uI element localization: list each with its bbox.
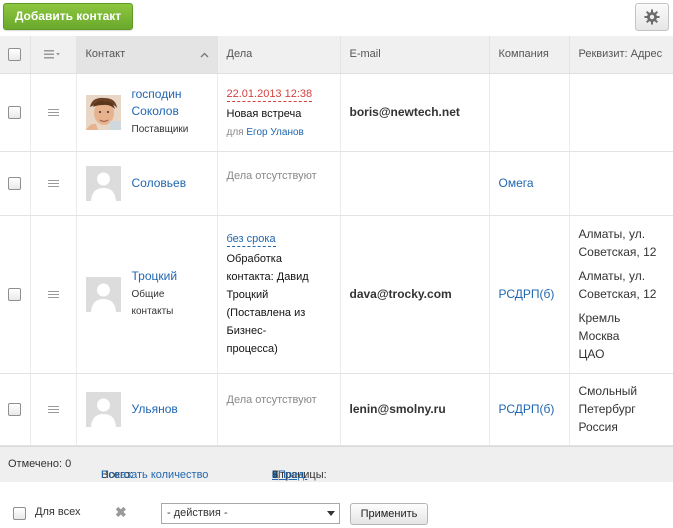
contact-name-link[interactable]: Троцкий [132, 268, 178, 285]
address-entry: Кремль Москва ЦАО [578, 311, 621, 361]
no-activities-text: Дела отсутствуют [226, 393, 317, 406]
email-cell [340, 151, 490, 216]
row-menu-icon[interactable] [47, 290, 59, 299]
row-select-cell [0, 73, 31, 152]
actions-select-value: - действия - [167, 507, 228, 519]
address-entry: Смольный Петербург Россия [578, 384, 638, 434]
avatar-placeholder[interactable] [85, 391, 121, 427]
table-row: господин Соколов Поставщики 22.01.2013 12… [0, 73, 673, 152]
company-cell: Омега [489, 151, 570, 216]
bulk-actions-bar: Для всех ✖ - действия - Применить [0, 482, 673, 528]
company-link[interactable]: РСДРП(б) [499, 287, 555, 301]
responsible-link[interactable]: Егор Уланов [246, 127, 303, 138]
row-menu-icon[interactable] [47, 405, 59, 414]
row-menu-cell [30, 151, 77, 216]
current-page: 9 [272, 469, 279, 481]
row-checkbox[interactable] [8, 106, 22, 120]
company-cell: РСДРП(б) [489, 373, 570, 446]
selected-count: Отмечено: 0 [8, 458, 72, 470]
address-cell: Смольный Петербург Россия [569, 373, 673, 446]
table-row: Ульянов Дела отсутствуют lenin@smolny.ru… [0, 373, 673, 446]
column-company[interactable]: Компания [489, 36, 570, 74]
contact-cell: Соловьев [76, 151, 218, 216]
contact-name-link[interactable]: господин Соколов [132, 86, 189, 120]
row-checkbox[interactable] [8, 288, 22, 302]
column-contact-label: Контакт [85, 48, 126, 61]
activity-responsible: для Егор Уланов [226, 127, 304, 138]
select-all-header [0, 36, 31, 74]
column-address[interactable]: Реквизит: Адрес [569, 36, 673, 74]
row-checkbox[interactable] [8, 177, 22, 191]
for-all-checkbox[interactable] [13, 507, 26, 520]
address-entry: Алматы, ул. Советская, 12 [578, 269, 657, 301]
contact-cell: Ульянов [76, 373, 218, 446]
activities-cell: Дела отсутствуют [217, 151, 341, 216]
column-activities[interactable]: Дела [217, 36, 341, 74]
email-cell: lenin@smolny.ru [340, 373, 490, 446]
address-cell [569, 151, 673, 216]
header-row: Контакт Дела E-mail Компания Реквизит: А… [0, 36, 673, 74]
row-select-cell [0, 373, 31, 446]
company-link[interactable]: Омега [499, 176, 534, 190]
grid-footer: Отмечено: 0 Всего: Показать количество С… [0, 446, 673, 482]
email-value[interactable]: dava@trocky.com [350, 287, 452, 301]
column-contact[interactable]: Контакт [76, 36, 218, 74]
row-menu-icon[interactable] [47, 179, 59, 188]
delete-icon[interactable]: ✖ [115, 504, 127, 521]
address-entry: Алматы, ул. Советская, 12 [578, 227, 657, 259]
for-all-label: Для всех [35, 506, 81, 518]
avatar[interactable] [85, 94, 121, 130]
avatar-placeholder[interactable] [85, 165, 121, 201]
address-cell: Алматы, ул. Советская, 12 Алматы, ул. Сове… [569, 215, 673, 374]
row-checkbox[interactable] [8, 403, 22, 417]
contact-type: Общие контакты [131, 289, 174, 317]
contact-cell: Троцкий Общие контакты [76, 215, 218, 374]
table-row: Троцкий Общие контакты без срока Обработк… [0, 215, 673, 374]
activities-cell: без срока Обработка контакта: Давид Троц… [217, 215, 341, 374]
company-link[interactable]: РСДРП(б) [499, 402, 555, 416]
contact-cell: господин Соколов Поставщики [76, 73, 218, 152]
add-contact-button[interactable]: Добавить контакт [3, 3, 133, 30]
page-prev-link[interactable]: Пред. [278, 469, 307, 481]
show-count-link[interactable]: Показать количество [101, 469, 208, 481]
no-activities-text: Дела отсутствуют [226, 169, 317, 182]
table-row: Соловьев Дела отсутствуют Омега [0, 151, 673, 216]
toolbar: Добавить контакт [0, 0, 673, 36]
sort-ascending-icon [200, 52, 208, 58]
company-cell: РСДРП(б) [489, 215, 570, 374]
company-cell [489, 73, 570, 152]
column-settings-header[interactable] [30, 36, 77, 74]
activity-title[interactable]: Обработка контакта: Давид Троцкий (Поста… [227, 250, 340, 358]
row-select-cell [0, 151, 31, 216]
apply-button[interactable]: Применить [350, 503, 428, 525]
email-cell: boris@newtech.net [340, 73, 490, 152]
column-email[interactable]: E-mail [340, 36, 490, 74]
email-cell: dava@trocky.com [340, 215, 490, 374]
activities-cell: 22.01.2013 12:38 Новая встреча для Егор … [217, 73, 341, 152]
gear-icon [644, 9, 660, 25]
contact-name-link[interactable]: Соловьев [132, 175, 187, 192]
row-menu-icon[interactable] [47, 108, 59, 117]
row-menu-cell [30, 373, 77, 446]
settings-button[interactable] [635, 3, 669, 31]
chevron-down-icon [327, 511, 335, 516]
row-menu-cell [30, 73, 77, 152]
select-all-checkbox[interactable] [8, 47, 22, 61]
row-select-cell [0, 215, 31, 374]
activity-title[interactable]: Новая встреча [227, 105, 340, 123]
contacts-grid: Контакт Дела E-mail Компания Реквизит: А… [0, 36, 673, 446]
contact-type: Поставщики [131, 124, 189, 135]
contact-name-link[interactable]: Ульянов [132, 401, 178, 418]
address-cell [569, 73, 673, 152]
actions-select[interactable]: - действия - [161, 503, 340, 524]
activity-deadline[interactable]: без срока [226, 233, 276, 247]
avatar-placeholder[interactable] [85, 276, 121, 312]
activities-cell: Дела отсутствуют [217, 373, 341, 446]
column-menu-icon [44, 50, 60, 59]
row-menu-cell [30, 215, 77, 374]
activity-deadline[interactable]: 22.01.2013 12:38 [226, 88, 313, 102]
email-value[interactable]: lenin@smolny.ru [350, 402, 446, 416]
email-value[interactable]: boris@newtech.net [350, 105, 460, 119]
